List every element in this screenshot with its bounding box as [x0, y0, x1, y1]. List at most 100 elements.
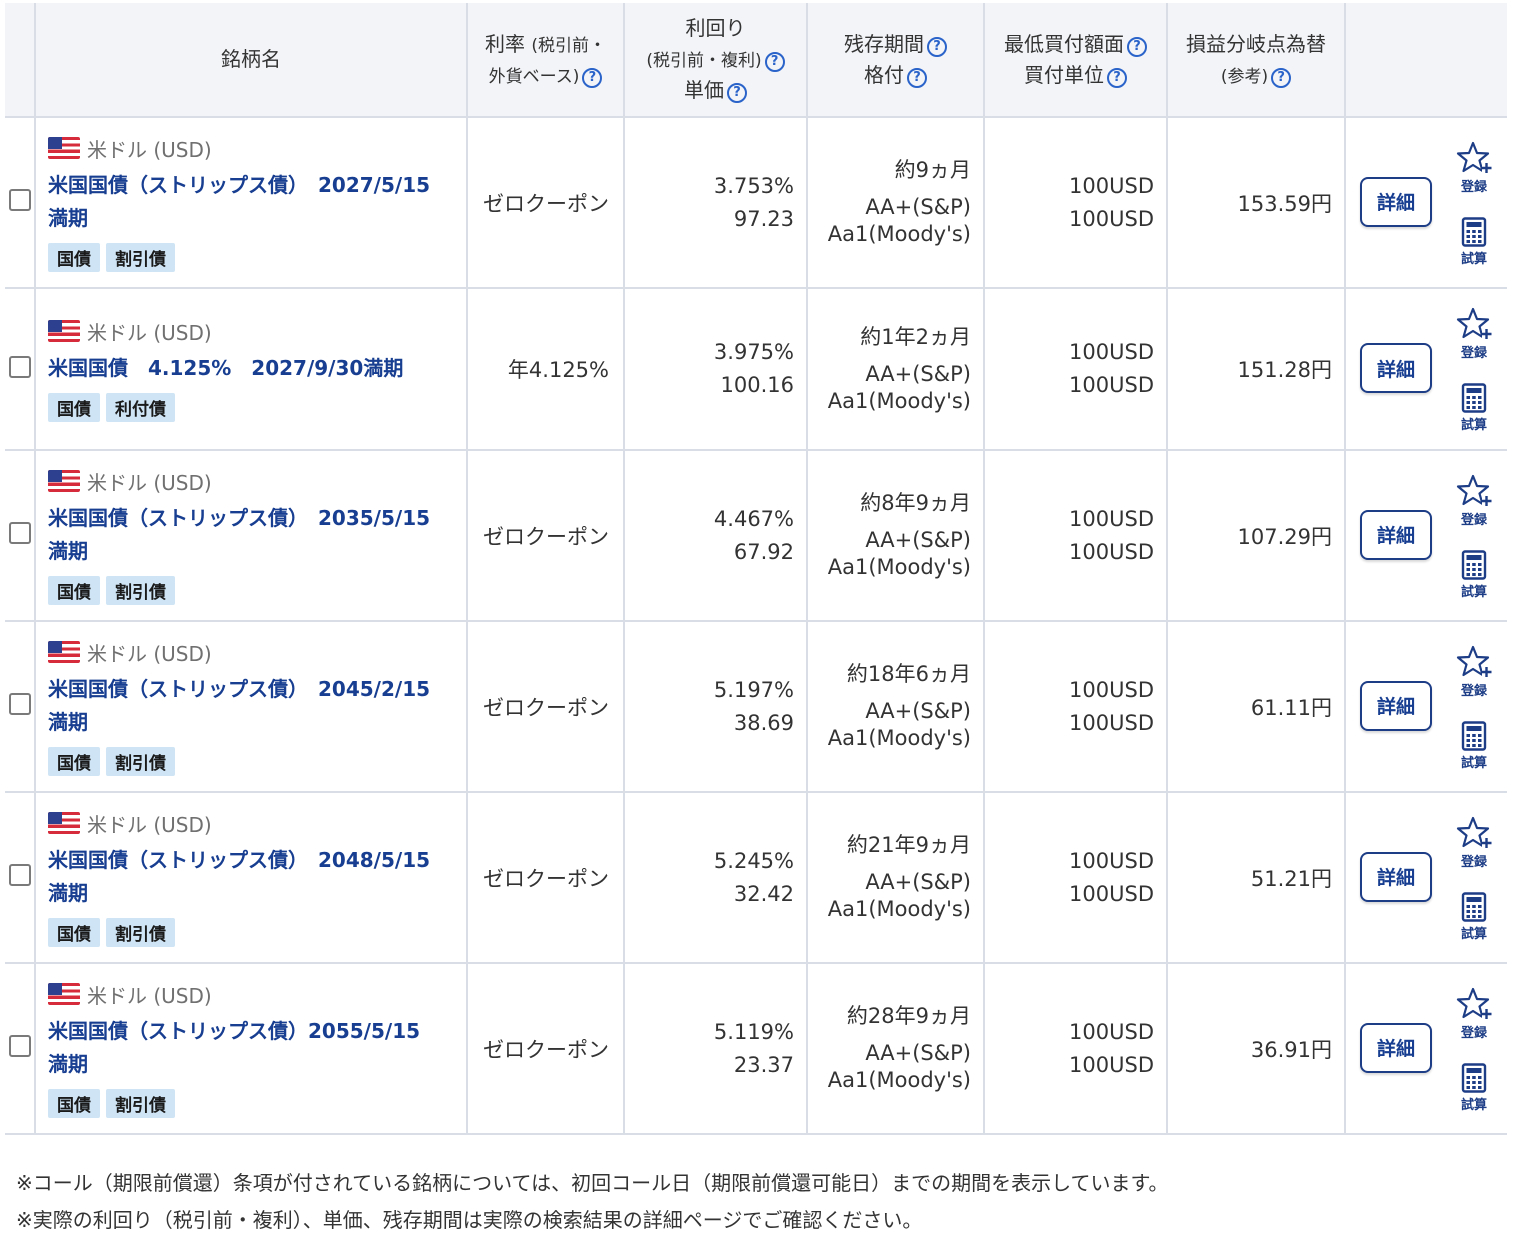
- header-name: 銘柄名: [35, 3, 468, 118]
- bond-name-link[interactable]: 米国国債（ストリップス債） 2045/2/15 満期: [48, 673, 458, 739]
- bond-name-link[interactable]: 米国国債 4.125% 2027/9/30満期: [48, 352, 458, 385]
- register-label: 登録: [1460, 854, 1487, 870]
- calc-label: 試算: [1460, 755, 1487, 771]
- footnotes: ※コール（期限前償還）条項が付されている銘柄については、初回コール日（期限前償還…: [16, 1165, 1169, 1239]
- header-term-rating: 残存期間? 格付?: [807, 3, 985, 118]
- help-icon[interactable]: ?: [927, 36, 947, 57]
- term-value: 約28年9ヵ月: [846, 1004, 971, 1028]
- rating-sp: AA+(S&P): [865, 528, 971, 552]
- breakeven-cell: 153.59円: [1167, 117, 1346, 289]
- name-cell: 米ドル (USD) 米国国債（ストリップス債） 2048/5/15 満期 国債 割引…: [35, 792, 468, 964]
- term-cell: 約21年9ヵ月 AA+(S&P) Aa1(Moody's): [807, 792, 985, 964]
- currency: 米ドル (USD): [48, 134, 458, 163]
- register-button[interactable]: 登録: [1454, 141, 1494, 195]
- row-checkbox[interactable]: [8, 693, 31, 715]
- rating-sp: AA+(S&P): [865, 195, 971, 219]
- help-icon[interactable]: ?: [582, 67, 603, 88]
- name-cell: 米ドル (USD) 米国国債 4.125% 2027/9/30満期 国債 利付債: [35, 288, 468, 451]
- price-value: 97.23: [733, 206, 794, 231]
- star-plus-icon: [1456, 307, 1492, 339]
- min-cell: 100USD 100USD: [984, 288, 1168, 451]
- calc-button[interactable]: 試算: [1454, 383, 1494, 433]
- calc-button[interactable]: 試算: [1454, 1062, 1494, 1113]
- header-rate: 利率 (税引前・ 外貨ベース)?: [467, 3, 625, 118]
- help-icon[interactable]: ?: [907, 67, 927, 88]
- calc-button[interactable]: 試算: [1454, 216, 1494, 267]
- tags: 国債 割引債: [48, 1088, 458, 1118]
- bond-name-link[interactable]: 米国国債（ストリップス債） 2035/5/15 満期: [48, 502, 458, 568]
- row-checkbox[interactable]: [8, 1035, 31, 1057]
- breakeven-value: 61.11円: [1250, 695, 1332, 720]
- footnote-confirm: ※実際の利回り（税引前・複利）、単価、残存期間は実際の検索結果の詳細ページでご確…: [16, 1208, 923, 1232]
- detail-button[interactable]: 詳細: [1360, 680, 1432, 731]
- footnote-call: ※コール（期限前償還）条項が付されている銘柄については、初回コール日（期限前償還…: [16, 1171, 1169, 1195]
- name-cell: 米ドル (USD) 米国国債（ストリップス債） 2035/5/15 満期 国債 割引…: [35, 450, 468, 622]
- star-plus-icon: [1456, 474, 1492, 506]
- calc-button[interactable]: 試算: [1454, 549, 1494, 600]
- term-cell: 約1年2ヵ月 AA+(S&P) Aa1(Moody's): [807, 288, 985, 451]
- currency: 米ドル (USD): [48, 980, 458, 1009]
- breakeven-value: 36.91円: [1250, 1037, 1332, 1062]
- register-label: 登録: [1460, 512, 1487, 528]
- bond-name-link[interactable]: 米国国債（ストリップス債） 2048/5/15 満期: [48, 844, 458, 910]
- calc-button[interactable]: 試算: [1454, 720, 1494, 771]
- rating-moodys: Aa1(Moody's): [827, 555, 971, 579]
- help-icon[interactable]: ?: [1127, 36, 1147, 57]
- yield-value: 3.753%: [713, 173, 794, 198]
- tag-type: 国債: [48, 1088, 100, 1118]
- help-icon[interactable]: ?: [727, 83, 747, 103]
- tag-type: 国債: [48, 746, 100, 776]
- help-icon[interactable]: ?: [1271, 67, 1292, 88]
- breakeven-cell: 151.28円: [1167, 288, 1346, 451]
- bond-name-link[interactable]: 米国国債（ストリップス債） 2027/5/15 満期: [48, 169, 458, 235]
- help-icon[interactable]: ?: [1107, 67, 1127, 88]
- name-cell: 米ドル (USD) 米国国債（ストリップス債） 2027/5/15 満期 国債 割引…: [35, 117, 468, 289]
- min-cell: 100USD 100USD: [984, 621, 1168, 793]
- calculator-icon: [1461, 549, 1487, 580]
- yield-value: 5.197%: [713, 677, 794, 702]
- star-plus-icon: [1456, 141, 1492, 173]
- table-row: 米ドル (USD) 米国国債（ストリップス債） 2045/2/15 満期 国債 割引…: [5, 621, 1507, 793]
- detail-button[interactable]: 詳細: [1360, 343, 1432, 393]
- detail-button[interactable]: 詳細: [1360, 851, 1432, 902]
- row-checkbox[interactable]: [8, 864, 31, 886]
- register-button[interactable]: 登録: [1454, 987, 1494, 1041]
- register-button[interactable]: 登録: [1454, 645, 1494, 699]
- actions-cell: 詳細 登録 試算: [1345, 621, 1507, 793]
- row-checkbox[interactable]: [8, 189, 31, 211]
- breakeven-cell: 36.91円: [1167, 963, 1346, 1135]
- register-button[interactable]: 登録: [1454, 816, 1494, 870]
- register-button[interactable]: 登録: [1454, 307, 1494, 361]
- unit-value: 100USD: [1069, 206, 1154, 231]
- calculator-icon: [1461, 720, 1487, 751]
- register-label: 登録: [1460, 1025, 1487, 1041]
- breakeven-value: 151.28円: [1237, 358, 1332, 382]
- table-header-row: 銘柄名 利率 (税引前・ 外貨ベース)? 利回り (税引前・複利)? 単価? 残…: [5, 3, 1507, 118]
- name-cell: 米ドル (USD) 米国国債（ストリップス債）2055/5/15 満期 国債 割引債: [35, 963, 468, 1135]
- tag-kind: 利付債: [106, 392, 175, 422]
- price-value: 38.69: [733, 710, 794, 735]
- help-icon[interactable]: ?: [764, 52, 785, 72]
- detail-button[interactable]: 詳細: [1360, 509, 1432, 560]
- star-plus-icon: [1456, 645, 1492, 677]
- row-checkbox[interactable]: [8, 355, 31, 378]
- currency: 米ドル (USD): [48, 317, 458, 346]
- yield-cell: 5.119% 23.37: [624, 963, 808, 1135]
- header-actions: [1345, 3, 1507, 118]
- breakeven-value: 51.21円: [1250, 866, 1332, 891]
- header-min-unit: 最低買付額面? 買付単位?: [984, 3, 1168, 118]
- rate-cell: ゼロクーポン: [467, 963, 625, 1135]
- detail-button[interactable]: 詳細: [1360, 1022, 1432, 1073]
- detail-button[interactable]: 詳細: [1360, 176, 1432, 227]
- bond-name-link[interactable]: 米国国債（ストリップス債）2055/5/15 満期: [48, 1015, 458, 1081]
- select-cell: [5, 792, 36, 964]
- row-checkbox[interactable]: [8, 522, 31, 544]
- min-face-value: 100USD: [1069, 340, 1154, 364]
- register-label: 登録: [1460, 346, 1487, 361]
- calculator-icon: [1461, 383, 1487, 413]
- calc-button[interactable]: 試算: [1454, 891, 1494, 942]
- header-select: [5, 3, 36, 118]
- price-value: 100.16: [720, 373, 794, 397]
- register-button[interactable]: 登録: [1454, 474, 1494, 528]
- us-flag-icon: [48, 470, 80, 492]
